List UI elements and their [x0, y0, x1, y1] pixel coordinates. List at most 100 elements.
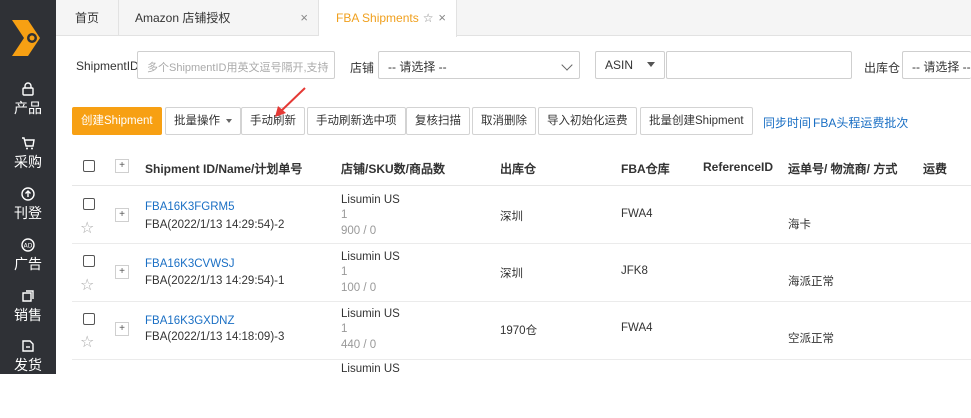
- shipmentid-input[interactable]: 多个ShipmentID用英文逗号隔开,支持: [137, 51, 335, 79]
- sales-icon: [22, 290, 34, 302]
- col-reference-id: ReferenceID: [703, 160, 774, 174]
- shipment-id-link[interactable]: FBA16K3CVWSJ: [145, 258, 234, 270]
- expand-all-icon[interactable]: +: [115, 159, 129, 173]
- sidebar: 产品 采购 刊登 AD 广告 销售 发货: [0, 0, 56, 374]
- store-select-value: -- 请选择 --: [388, 60, 447, 74]
- col-freight: 运费: [923, 162, 948, 176]
- expand-row-icon[interactable]: +: [115, 322, 129, 336]
- sku-count: 1: [341, 209, 348, 221]
- svg-text:AD: AD: [24, 243, 33, 250]
- shipping-method: 空派正常: [788, 333, 834, 345]
- table-row[interactable]: ☆ + FBA16K3CVWSJ FBA(2022/1/13 14:29:54)…: [72, 245, 971, 302]
- shipment-name: FBA(2022/1/13 14:29:54)-1: [145, 275, 285, 287]
- fba-freight-batch-link[interactable]: FBA头程运费批次: [813, 114, 908, 131]
- col-shipment-id: Shipment ID/Name/计划单号: [145, 162, 303, 176]
- lock-icon: [22, 82, 34, 96]
- shipment-name: FBA(2022/1/13 14:18:09)-3: [145, 331, 285, 343]
- fba-warehouse-value: JFK8: [621, 265, 648, 277]
- tab-bar: 首页 Amazon 店铺授权 × FBA Shipments ☆ ×: [56, 0, 971, 37]
- store-select[interactable]: -- 请选择 --: [378, 51, 580, 79]
- recheck-scan-button[interactable]: 复核扫描: [406, 107, 470, 135]
- ad-icon: AD: [21, 238, 35, 252]
- select-all-checkbox[interactable]: [83, 160, 95, 172]
- batch-operations-button[interactable]: 批量操作: [165, 107, 241, 135]
- sidebar-item-label: 采购: [14, 154, 42, 170]
- sidebar-item-label: 产品: [14, 100, 42, 116]
- upload-icon: [21, 187, 35, 201]
- sidebar-item-purchase[interactable]: 采购: [0, 136, 56, 172]
- batch-operations-label: 批量操作: [174, 115, 220, 127]
- asin-input[interactable]: [666, 51, 852, 79]
- table-row[interactable]: Lisumin US: [72, 361, 971, 418]
- col-fba-warehouse: FBA仓库: [621, 162, 670, 176]
- sidebar-item-ads[interactable]: AD 广告: [0, 238, 56, 274]
- warehouse-value: 深圳: [500, 211, 523, 223]
- table-header: + Shipment ID/Name/计划单号 店铺/SKU数/商品数 出库仓 …: [72, 148, 971, 186]
- shipment-id-link[interactable]: FBA16K3GXDNZ: [145, 315, 234, 327]
- cart-icon: [22, 137, 35, 150]
- logo[interactable]: [10, 18, 42, 58]
- warehouse-value: 深圳: [500, 268, 523, 280]
- store-name: Lisumin US: [341, 363, 400, 375]
- sidebar-item-products[interactable]: 产品: [0, 82, 56, 118]
- sidebar-item-label: 广告: [14, 256, 42, 272]
- sidebar-item-listing[interactable]: 刊登: [0, 187, 56, 223]
- batch-create-shipment-button[interactable]: 批量创建Shipment: [640, 107, 753, 135]
- store-name: Lisumin US: [341, 251, 400, 263]
- col-warehouse: 出库仓: [500, 162, 537, 176]
- sidebar-item-shipping[interactable]: 发货: [0, 339, 56, 375]
- tab-fba-shipments[interactable]: FBA Shipments ☆ ×: [319, 0, 457, 37]
- close-icon[interactable]: ×: [300, 0, 308, 36]
- sku-count: 1: [341, 266, 348, 278]
- asin-select-value: ASIN: [605, 58, 634, 72]
- store-label: 店铺: [350, 61, 375, 75]
- star-icon[interactable]: ☆: [80, 275, 94, 295]
- shipping-icon: [22, 340, 34, 352]
- fba-warehouse-value: FWA4: [621, 208, 653, 220]
- close-icon[interactable]: ×: [438, 0, 446, 36]
- store-name: Lisumin US: [341, 194, 400, 206]
- manual-refresh-button[interactable]: 手动刷新: [241, 107, 305, 135]
- expand-row-icon[interactable]: +: [115, 208, 129, 222]
- warehouse-select[interactable]: -- 请选择 --: [902, 51, 971, 79]
- expand-row-icon[interactable]: +: [115, 265, 129, 279]
- tab-amazon-store-auth[interactable]: Amazon 店铺授权 ×: [119, 0, 319, 36]
- shipment-name: FBA(2022/1/13 14:29:54)-2: [145, 219, 285, 231]
- create-shipment-button[interactable]: 创建Shipment: [72, 107, 162, 135]
- shipping-method: 海卡: [788, 219, 811, 231]
- sidebar-item-label: 销售: [14, 307, 42, 323]
- refresh-selected-button[interactable]: 手动刷新选中项: [307, 107, 406, 135]
- tab-label: Amazon 店铺授权: [135, 11, 231, 25]
- row-checkbox[interactable]: [83, 255, 95, 267]
- warehouse-select-value: -- 请选择 --: [912, 60, 971, 74]
- col-tracking: 运单号/ 物流商/ 方式: [788, 162, 898, 176]
- sidebar-item-label: 发货: [14, 357, 42, 373]
- sku-count: 1: [341, 323, 348, 335]
- tab-label: 首页: [74, 11, 99, 25]
- import-freight-button[interactable]: 导入初始化运费: [538, 107, 637, 135]
- star-icon[interactable]: ☆: [80, 218, 94, 238]
- caret-down-icon: [226, 118, 232, 123]
- cancel-delete-button[interactable]: 取消删除: [472, 107, 536, 135]
- chevron-down-icon: [561, 59, 573, 71]
- shipping-method: 海派正常: [788, 276, 834, 288]
- product-count: 900 / 0: [341, 225, 377, 237]
- warehouse-label: 出库仓: [864, 61, 901, 75]
- fba-warehouse-value: FWA4: [621, 322, 653, 334]
- table-row[interactable]: ☆ + FBA16K3FGRM5 FBA(2022/1/13 14:29:54)…: [72, 187, 971, 244]
- star-icon[interactable]: ☆: [423, 11, 434, 25]
- product-count: 440 / 0: [341, 339, 377, 351]
- tab-home[interactable]: 首页: [56, 0, 119, 36]
- product-count: 100 / 0: [341, 282, 377, 294]
- col-store: 店铺/SKU数/商品数: [341, 162, 446, 176]
- row-checkbox[interactable]: [83, 198, 95, 210]
- sync-time-link[interactable]: 同步时间: [763, 114, 811, 131]
- asin-select[interactable]: ASIN: [595, 51, 665, 79]
- table-row[interactable]: ☆ + FBA16K3GXDNZ FBA(2022/1/13 14:18:09)…: [72, 303, 971, 360]
- store-name: Lisumin US: [341, 308, 400, 320]
- shipmentid-label: ShipmentID: [76, 59, 139, 73]
- shipment-id-link[interactable]: FBA16K3FGRM5: [145, 201, 234, 213]
- star-icon[interactable]: ☆: [80, 332, 94, 352]
- row-checkbox[interactable]: [83, 313, 95, 325]
- sidebar-item-sales[interactable]: 销售: [0, 289, 56, 325]
